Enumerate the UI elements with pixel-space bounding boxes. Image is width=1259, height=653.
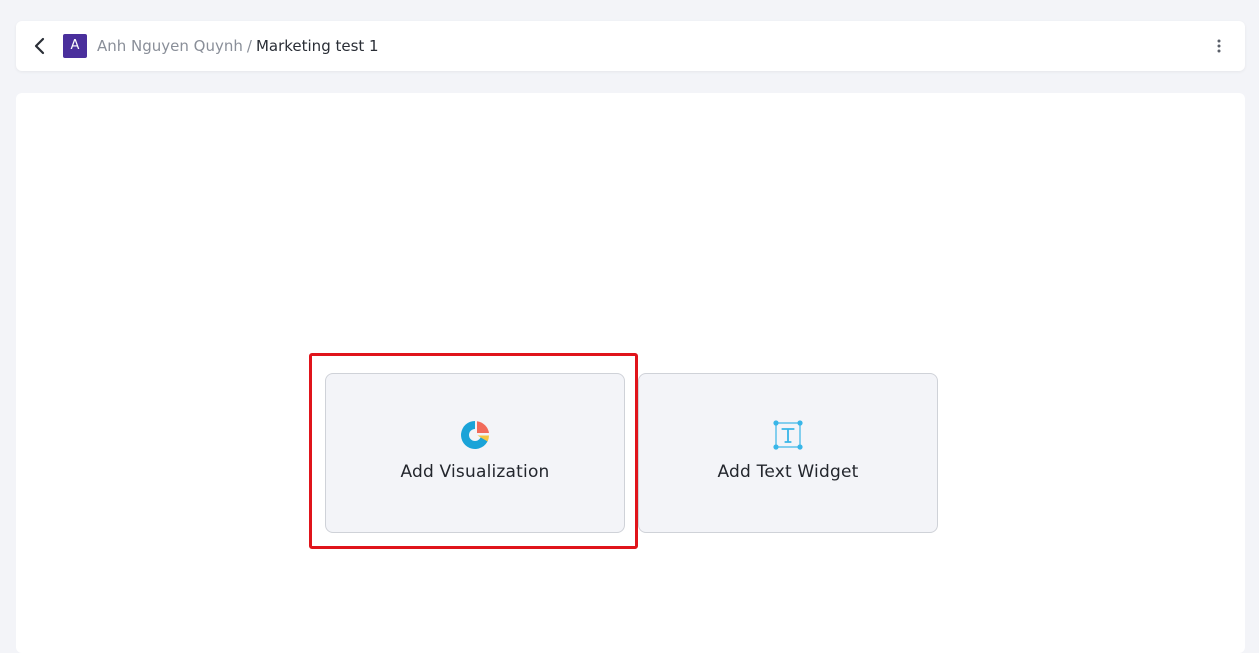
top-bar: A Anh Nguyen Quynh / Marketing test 1 bbox=[16, 21, 1245, 71]
add-visualization-label: Add Visualization bbox=[400, 462, 550, 482]
add-text-widget-card[interactable]: Add Text Widget bbox=[638, 373, 938, 533]
more-options-icon[interactable] bbox=[1211, 36, 1227, 56]
pie-chart-icon bbox=[461, 421, 489, 449]
dashboard-title: Marketing test 1 bbox=[255, 37, 379, 55]
breadcrumb-owner[interactable]: Anh Nguyen Quynh bbox=[97, 37, 243, 55]
workspace-avatar: A bbox=[63, 34, 87, 58]
dashboard-canvas bbox=[16, 93, 1245, 653]
back-arrow-icon[interactable] bbox=[30, 36, 50, 56]
breadcrumb: Anh Nguyen Quynh / Marketing test 1 bbox=[97, 36, 379, 56]
breadcrumb-separator: / bbox=[246, 37, 252, 55]
text-box-icon bbox=[773, 420, 803, 450]
add-visualization-card[interactable]: Add Visualization bbox=[325, 373, 625, 533]
add-text-widget-label: Add Text Widget bbox=[717, 462, 859, 482]
